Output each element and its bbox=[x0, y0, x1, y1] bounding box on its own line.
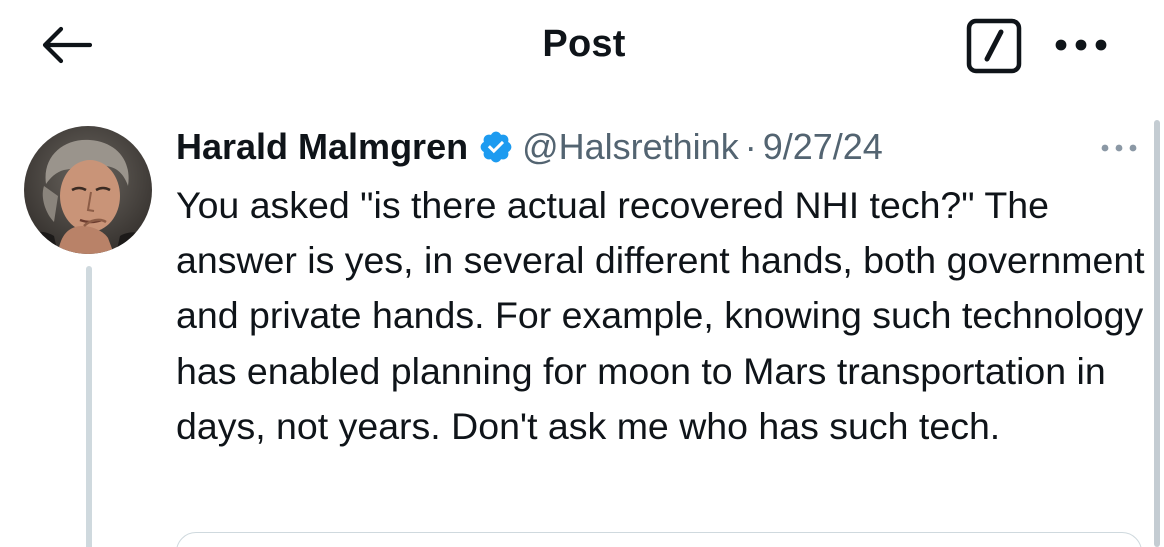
author-name[interactable]: Harald Malmgren bbox=[176, 126, 468, 168]
edit-square-icon bbox=[966, 18, 1022, 74]
post-more-button[interactable] bbox=[1094, 130, 1144, 166]
edit-button[interactable] bbox=[965, 17, 1023, 75]
post-detail-screen: Post Harald Malmgren @Halsrethink · 9/27… bbox=[0, 0, 1164, 547]
post-date[interactable]: 9/27/24 bbox=[763, 126, 883, 168]
profile-photo-icon bbox=[24, 126, 152, 254]
more-options-button[interactable] bbox=[1046, 22, 1116, 68]
scrollbar[interactable] bbox=[1154, 120, 1160, 547]
post-header: Harald Malmgren @Halsrethink · 9/27/24 bbox=[176, 120, 883, 174]
top-bar: Post bbox=[0, 0, 1164, 90]
quoted-post-card[interactable] bbox=[176, 532, 1142, 547]
author-handle[interactable]: @Halsrethink bbox=[522, 126, 739, 168]
more-horizontal-icon bbox=[1101, 144, 1137, 152]
more-horizontal-icon bbox=[1055, 39, 1107, 51]
verified-badge-icon bbox=[478, 129, 514, 165]
separator-dot: · bbox=[744, 126, 757, 167]
page-title-text: Post bbox=[542, 23, 626, 65]
post-text: You asked "is there actual recovered NHI… bbox=[176, 184, 1145, 447]
thread-connector-line bbox=[86, 266, 92, 547]
avatar[interactable] bbox=[24, 126, 152, 254]
